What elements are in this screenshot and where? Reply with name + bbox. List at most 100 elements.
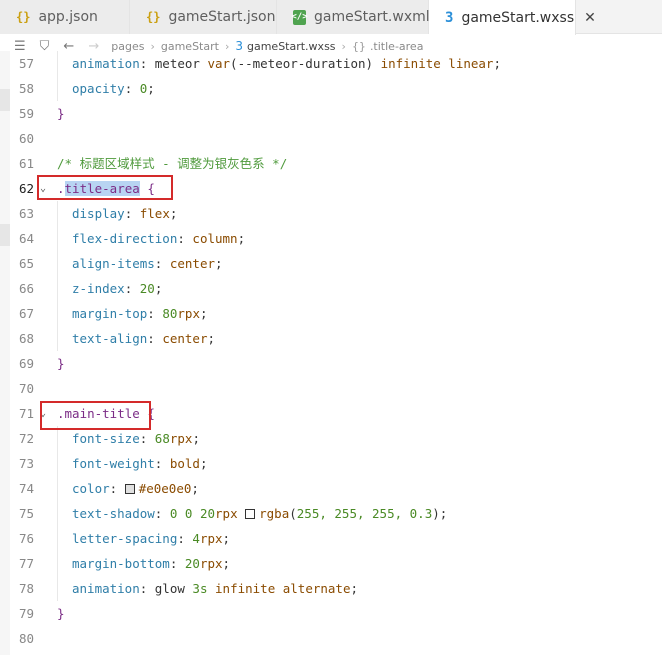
code-line[interactable]: 60 — [0, 126, 662, 151]
code-token: : — [109, 481, 125, 496]
line-number: 73 — [18, 456, 34, 471]
code-token: : — [177, 531, 193, 546]
tab-label: gameStart.wxml — [314, 9, 430, 25]
code-token: } — [57, 606, 65, 621]
code-token: : — [124, 206, 140, 221]
line-number: 59 — [18, 106, 34, 121]
code-text: margin-bottom: 20rpx; — [57, 551, 230, 576]
code-line[interactable]: 68 text-align: center; — [0, 326, 662, 351]
code-text: margin-top: 80rpx; — [57, 301, 208, 326]
code-line[interactable]: 80 — [0, 626, 662, 651]
code-line[interactable]: 73 font-weight: bold; — [0, 451, 662, 476]
code-line[interactable]: 77 margin-bottom: 20rpx; — [0, 551, 662, 576]
code-token: 20 — [139, 281, 155, 296]
code-line[interactable]: 79} — [0, 601, 662, 626]
tab-label: gameStart.wxss — [461, 9, 575, 26]
highlight-box-title-area — [37, 175, 173, 200]
code-token: : — [147, 306, 163, 321]
code-line[interactable]: 64 flex-direction: column; — [0, 226, 662, 251]
code-line[interactable]: 58 opacity: 0; — [0, 76, 662, 101]
code-token: rgba — [259, 506, 290, 521]
code-text: color: #e0e0e0; — [57, 476, 199, 501]
code-text: align-items: center; — [57, 251, 223, 276]
code-token: ; — [199, 456, 208, 471]
line-number: 78 — [18, 581, 34, 596]
code-token: /* 标题区域样式 - 调整为银灰色系 */ — [57, 156, 288, 171]
code-line[interactable]: 78 animation: glow 3s infinite alternate; — [0, 576, 662, 601]
line-number: 70 — [18, 381, 34, 396]
code-token: : — [124, 281, 140, 296]
color-swatch[interactable] — [124, 483, 135, 494]
code-token: infinite alternate — [215, 581, 351, 596]
tab-gamestart-wxss[interactable]: 3 gameStart.wxss ✕ — [429, 0, 596, 35]
code-token: : — [154, 256, 170, 271]
code-token: ( — [289, 506, 297, 521]
code-token: animation — [72, 56, 140, 71]
code-token: display — [72, 206, 125, 221]
line-number: 68 — [18, 331, 34, 346]
code-token: var — [207, 56, 231, 71]
code-token: 68 — [154, 431, 170, 446]
code-text: opacity: 0; — [57, 76, 155, 101]
code-token: ; — [222, 531, 231, 546]
code-token: : — [154, 456, 170, 471]
line-number: 67 — [18, 306, 34, 321]
code-token: ; — [215, 256, 223, 271]
code-text: text-align: center; — [57, 326, 215, 351]
code-line[interactable]: 66 z-index: 20; — [0, 276, 662, 301]
code-token: ; — [191, 481, 199, 496]
code-token: 4 — [192, 531, 200, 546]
code-text: display: flex; — [57, 201, 177, 226]
json-icon: {} — [146, 10, 161, 24]
code-token: ); — [432, 506, 448, 521]
code-line[interactable]: 59} — [0, 101, 662, 126]
code-text: } — [57, 601, 65, 626]
line-number: 69 — [18, 356, 34, 371]
code-line[interactable]: 74 color: #e0e0e0; — [0, 476, 662, 501]
code-token: : — [147, 331, 163, 346]
code-token: #e0e0e0 — [138, 481, 192, 496]
tab-app-json[interactable]: {} app.json — [0, 0, 130, 34]
css-icon: 3 — [445, 9, 454, 26]
line-number: 66 — [18, 281, 34, 296]
code-line[interactable]: 70 — [0, 376, 662, 401]
color-swatch[interactable] — [245, 508, 256, 519]
line-number: 62 — [18, 181, 34, 196]
code-text: animation: glow 3s infinite alternate; — [57, 576, 358, 601]
code-line[interactable]: 57 animation: meteor var(--meteor-duratio… — [0, 51, 662, 76]
code-editor[interactable]: 57 animation: meteor var(--meteor-duratio… — [0, 51, 662, 655]
code-token: 255, 255, 255, 0.3 — [296, 506, 433, 521]
close-icon[interactable]: ✕ — [584, 10, 596, 26]
code-line[interactable]: 67 margin-top: 80rpx; — [0, 301, 662, 326]
code-token: align-items — [72, 256, 155, 271]
code-token: ; — [154, 281, 163, 296]
code-token: rpx — [199, 556, 223, 571]
code-text: animation: meteor var(--meteor-duration)… — [57, 51, 501, 76]
code-token: : — [169, 556, 185, 571]
code-token: : — [154, 506, 170, 521]
code-line[interactable]: 63 display: flex; — [0, 201, 662, 226]
code-token: margin-bottom — [72, 556, 170, 571]
code-line[interactable]: 61 /* 标题区域样式 - 调整为银灰色系 */ — [0, 151, 662, 176]
line-number: 79 — [18, 606, 34, 621]
line-number: 61 — [18, 156, 34, 171]
code-token: : meteor — [139, 56, 208, 71]
code-token: center — [169, 256, 216, 271]
line-number: 64 — [18, 231, 34, 246]
code-token: rpx — [215, 506, 246, 521]
tab-gamestart-json[interactable]: {} gameStart.json — [130, 0, 277, 34]
json-icon: {} — [16, 10, 31, 24]
line-number: 77 — [18, 556, 34, 571]
tab-gamestart-wxml[interactable]: </> gameStart.wxml — [277, 0, 430, 34]
code-line[interactable]: 75 text-shadow: 0 0 20rpx rgba(255, 255, … — [0, 501, 662, 526]
code-text: flex-direction: column; — [57, 226, 245, 251]
code-line[interactable]: 65 align-items: center; — [0, 251, 662, 276]
code-token: ; — [169, 206, 178, 221]
line-number: 76 — [18, 531, 34, 546]
code-token: 20 — [184, 556, 200, 571]
code-token: ; — [207, 331, 216, 346]
code-token: flex — [139, 206, 170, 221]
code-line[interactable]: 76 letter-spacing: 4rpx; — [0, 526, 662, 551]
code-token: : — [124, 81, 140, 96]
code-line[interactable]: 69} — [0, 351, 662, 376]
